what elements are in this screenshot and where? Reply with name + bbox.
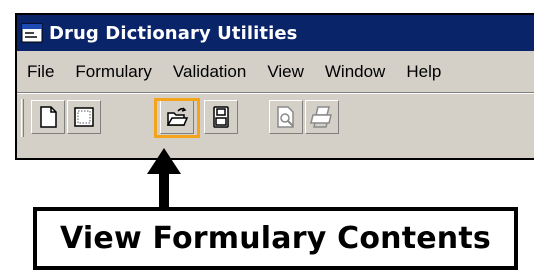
new-button[interactable] <box>31 100 65 134</box>
toolbar <box>17 94 534 158</box>
toolbar-grip[interactable] <box>21 99 24 137</box>
grid-button[interactable] <box>67 100 101 134</box>
print-button[interactable] <box>305 100 339 134</box>
arrow-up-icon <box>147 148 181 210</box>
title-bar: Drug Dictionary Utilities <box>17 15 534 51</box>
save-button[interactable] <box>204 100 238 134</box>
highlight-box <box>154 98 200 138</box>
menu-view[interactable]: View <box>267 62 304 82</box>
annotation-callout: View Formulary Contents <box>33 207 518 270</box>
menu-bar: File Formulary Validation View Window He… <box>17 51 534 92</box>
annotation-label: View Formulary Contents <box>60 221 491 256</box>
app-icon <box>21 22 43 44</box>
menu-validation[interactable]: Validation <box>173 62 246 82</box>
menu-file[interactable]: File <box>27 62 54 82</box>
menu-window[interactable]: Window <box>325 62 385 82</box>
app-window: Drug Dictionary Utilities File Formulary… <box>15 13 534 160</box>
menu-formulary[interactable]: Formulary <box>75 62 152 82</box>
window-title: Drug Dictionary Utilities <box>49 22 298 44</box>
menu-help[interactable]: Help <box>406 62 441 82</box>
print-preview-button[interactable] <box>269 100 303 134</box>
